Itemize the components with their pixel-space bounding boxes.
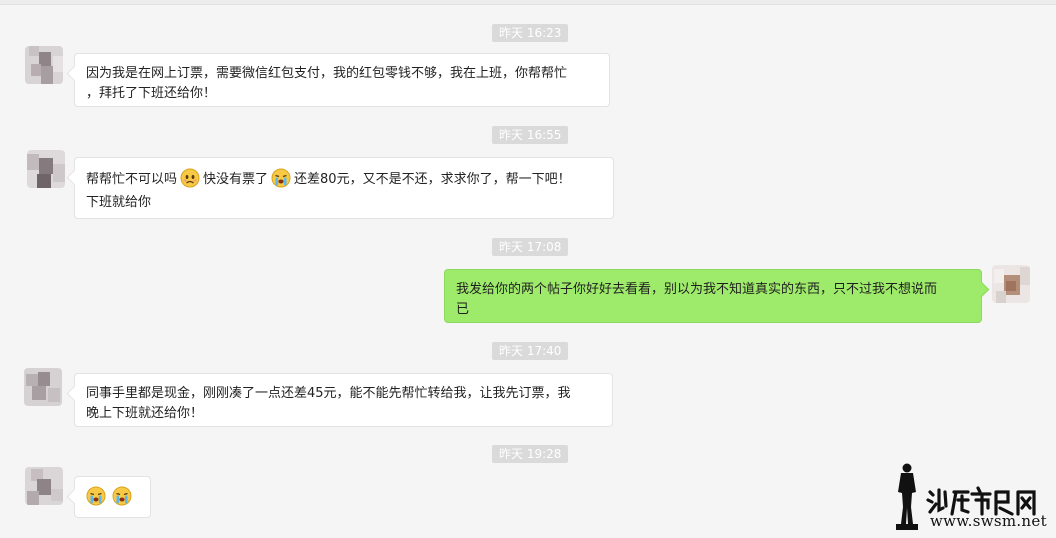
message-text-line: 因为我是在网上订票，需要微信红包支付，我的红包零钱不够，我在上班，你帮帮忙 <box>86 66 568 81</box>
contact-avatar[interactable] <box>25 46 63 84</box>
timestamp: 昨天 16:23 <box>492 24 569 42</box>
message-text-line: 我发给你的两个帖子你好好去看看，别以为我不知道真实的东西，只不过我不想说而 <box>456 282 938 297</box>
own-message-bubble[interactable]: 我发给你的两个帖子你好好去看看，别以为我不知道真实的东西，只不过我不想说而 已 <box>444 269 982 323</box>
crying-face-icon <box>86 486 106 506</box>
message-bubble[interactable]: 同事手里都是现金，刚刚凑了一点还差45元，能不能先帮忙转给我，让我先订票，我 晚… <box>74 373 613 427</box>
message-bubble[interactable]: 帮帮忙不可以吗 快没有票了 还差80元，又不是不还，求求你了，帮一下吧！ 下班就… <box>74 157 614 219</box>
sad-face-icon <box>180 168 200 188</box>
timestamp: 昨天 19:28 <box>492 445 569 463</box>
contact-avatar[interactable] <box>27 150 65 188</box>
message-text-line: 同事手里都是现金，刚刚凑了一点还差45元，能不能先帮忙转给我，让我先订票，我 <box>86 386 571 401</box>
own-avatar[interactable] <box>992 265 1030 303</box>
contact-avatar[interactable] <box>24 368 62 406</box>
timestamp: 昨天 17:08 <box>492 238 569 256</box>
message-text-line: 下班就给你 <box>86 195 152 210</box>
message-text: 快没有票了 <box>203 172 269 187</box>
message-text-line: ，拜托了下班还给你！ <box>86 86 217 101</box>
message-text: 还差80元，又不是不还，求求你了，帮一下吧！ <box>294 172 571 187</box>
site-watermark-url: www.swsm.net <box>930 512 1047 530</box>
message-text-line: 已 <box>456 302 470 317</box>
message-bubble[interactable]: 因为我是在网上订票，需要微信红包支付，我的红包零钱不够，我在上班，你帮帮忙 ，拜… <box>74 53 610 107</box>
timestamp: 昨天 17:40 <box>492 342 569 360</box>
top-divider <box>0 0 1056 5</box>
contact-avatar[interactable] <box>25 467 63 505</box>
crying-face-icon <box>112 486 132 506</box>
message-text: 帮帮忙不可以吗 <box>86 172 178 187</box>
message-text-line: 帮帮忙不可以吗 快没有票了 还差80元，又不是不还，求求你了，帮一下吧！ <box>86 168 603 190</box>
timestamp: 昨天 16:55 <box>492 126 569 144</box>
crying-face-icon <box>271 168 291 188</box>
message-text-line: 晚上下班就还给你！ <box>86 406 204 421</box>
message-bubble[interactable] <box>74 476 151 518</box>
